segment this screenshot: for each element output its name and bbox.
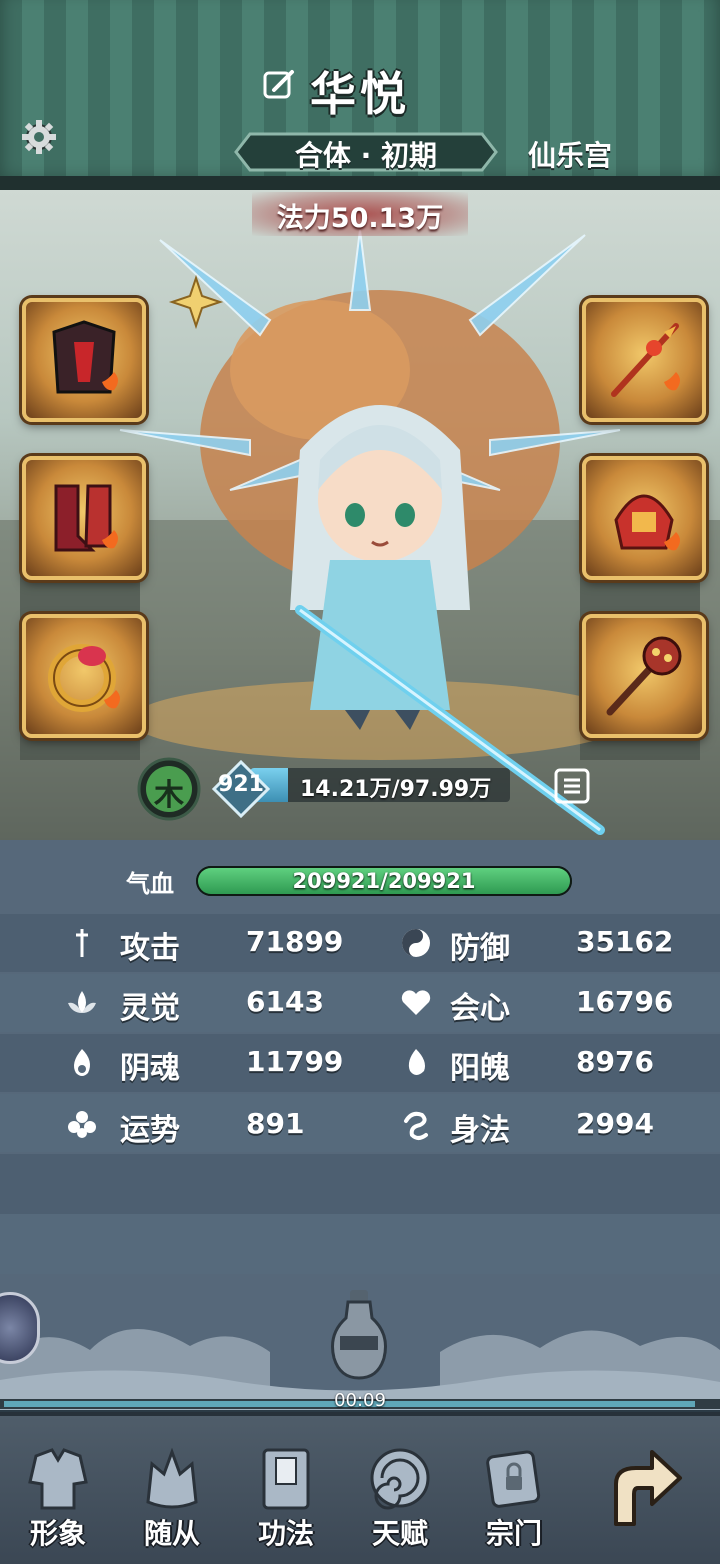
spear-icon (611, 323, 680, 397)
gear-icon[interactable] (20, 118, 58, 156)
vase-icon[interactable] (326, 1288, 392, 1380)
nav-appearance[interactable]: 形象 (2, 1416, 114, 1556)
equip-slot-helmet[interactable] (582, 456, 706, 580)
spirit-flame-icon (408, 1049, 425, 1075)
character-name: 华悦 (310, 67, 410, 121)
stat-attack-label: 攻击 (120, 931, 180, 966)
hp-label: 气血 (126, 870, 174, 898)
ring-icon (48, 644, 120, 712)
nav-technique[interactable]: 功法 (230, 1416, 342, 1556)
nav-companion-label: 随从 (143, 1517, 200, 1550)
stat-crit-value: 16796 (576, 985, 674, 1018)
clover-icon (68, 1111, 96, 1138)
stat-crit-label: 会心 (450, 991, 510, 1026)
stat-perception-value: 6143 (246, 985, 324, 1018)
soul-flame-icon (74, 1049, 90, 1076)
stat-yang-soul-value: 8976 (576, 1045, 654, 1078)
mace-icon (606, 636, 682, 716)
element-label: 木 (154, 778, 184, 813)
stat-agility-label: 身法 (450, 1113, 510, 1148)
nav-appearance-label: 形象 (29, 1517, 86, 1550)
locked-token-icon (486, 1450, 541, 1508)
nav-sect[interactable]: 宗门 (458, 1416, 570, 1556)
wolf-icon (146, 1447, 198, 1509)
equip-slot-armor[interactable] (22, 298, 146, 422)
yin-yang-icon (402, 929, 430, 957)
return-arrow-icon[interactable] (596, 1438, 686, 1528)
cultivation-text: 14.21万/97.99万 (300, 777, 492, 802)
boots-icon (54, 484, 118, 552)
heart-icon (401, 990, 431, 1015)
stat-yang-soul-label: 阳魄 (450, 1051, 510, 1086)
stat-defense-label: 防御 (450, 931, 510, 966)
stat-defense-value: 35162 (576, 925, 674, 958)
stat-agility-value: 2994 (576, 1107, 654, 1140)
stat-perception-label: 灵觉 (120, 991, 180, 1026)
lotus-icon (68, 991, 96, 1013)
realm-label: 合体 · 初期 (294, 139, 438, 172)
sword-icon (76, 929, 88, 957)
helmet-icon (614, 494, 680, 551)
nav-sect-label: 宗门 (485, 1517, 542, 1550)
equip-slot-boots[interactable] (22, 456, 146, 580)
nav-technique-label: 功法 (257, 1517, 314, 1550)
stat-luck-value: 891 (246, 1107, 305, 1140)
equip-slot-ring[interactable] (22, 614, 146, 738)
armor-icon (52, 320, 118, 394)
stats-row-band (0, 1154, 720, 1214)
stat-yin-soul-value: 11799 (246, 1045, 344, 1078)
swirl-icon (404, 1111, 428, 1140)
nav-talent-label: 天赋 (371, 1517, 428, 1550)
vortex-icon (370, 1448, 430, 1510)
equip-slot-weapon[interactable] (582, 298, 706, 422)
nav-companion[interactable]: 随从 (116, 1416, 228, 1556)
stat-yin-soul-label: 阴魂 (120, 1051, 180, 1086)
timer-text: 00:09 (334, 1390, 386, 1411)
stat-attack-value: 71899 (246, 925, 344, 958)
nav-talent[interactable]: 天赋 (344, 1416, 456, 1556)
sect-name[interactable]: 仙乐宫 (528, 134, 612, 174)
mana-power: 法力50.13万 (276, 203, 444, 234)
level-number: 921 (218, 772, 264, 797)
stat-luck-label: 运势 (120, 1113, 180, 1148)
equip-slot-mace[interactable] (582, 614, 706, 738)
stats-row-band (0, 1214, 720, 1274)
hp-value: 209921/209921 (292, 869, 476, 893)
list-icon[interactable] (552, 766, 592, 806)
book-icon (262, 1448, 310, 1510)
robe-icon (28, 1448, 88, 1510)
